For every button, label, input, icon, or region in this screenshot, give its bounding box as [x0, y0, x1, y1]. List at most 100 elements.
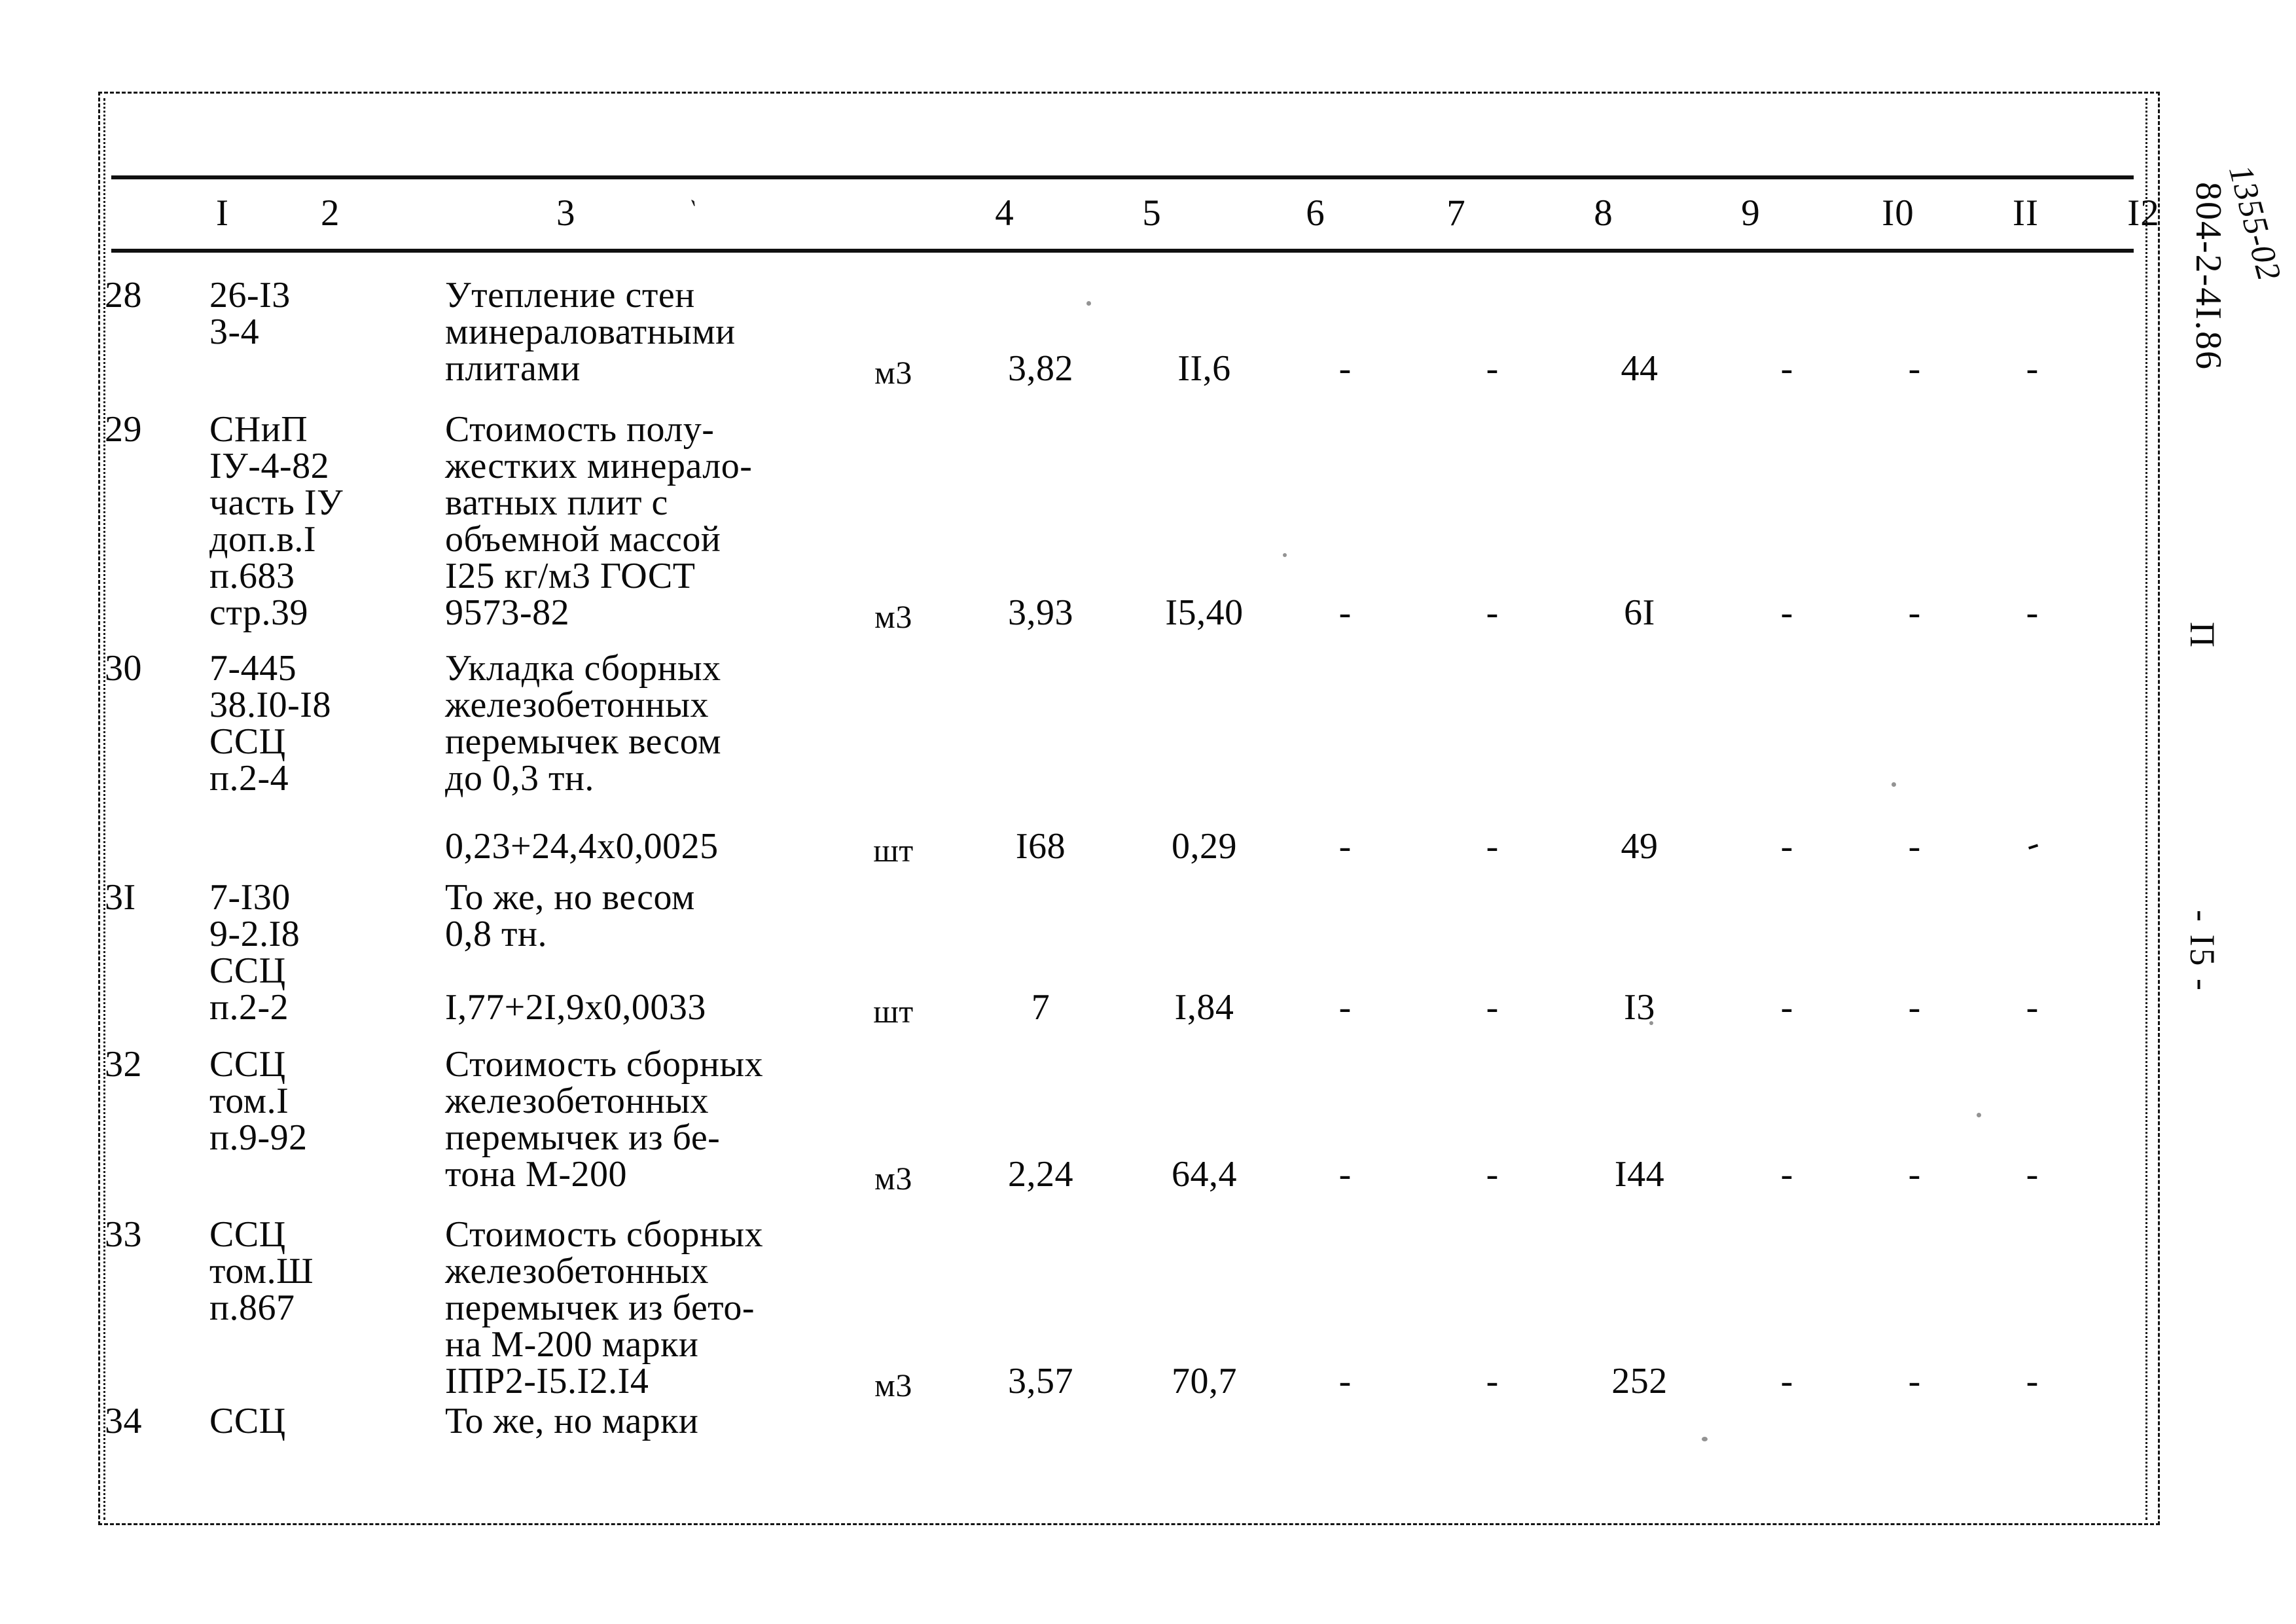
- row-value-10: -: [1780, 987, 1793, 1028]
- row-value-5: 3,82: [1008, 348, 1073, 389]
- row-description-line: То же, но весом: [445, 877, 695, 918]
- row-value-9: I44: [1614, 1154, 1665, 1195]
- row-value-9: 49: [1621, 826, 1659, 867]
- row-value-5: 3,93: [1008, 592, 1073, 633]
- row-code-line: 7-I30: [209, 877, 291, 918]
- column-header-6: 6: [1306, 192, 1325, 234]
- row-value-10: -: [1780, 1361, 1793, 1401]
- row-description-line: Стоимость сборных: [445, 1214, 764, 1255]
- row-description-line: Укладка сборных: [445, 648, 721, 689]
- row-code-line: ССЦ: [209, 1214, 286, 1255]
- row-description-line: Утепление стен: [445, 275, 695, 316]
- scan-speckle: [1892, 782, 1896, 787]
- row-code-line: п.2-2: [209, 987, 289, 1028]
- row-value-12: -: [2026, 1361, 2039, 1401]
- row-value-11: -: [1908, 987, 1921, 1028]
- row-value-5: 2,24: [1008, 1154, 1073, 1195]
- row-value-5: I68: [1015, 826, 1066, 867]
- row-code-line: IУ-4-82: [209, 446, 330, 486]
- row-code-line: п.2-4: [209, 758, 289, 799]
- scan-speckle: [1977, 1113, 1981, 1117]
- row-code-line: 7-445: [209, 648, 297, 689]
- row-unit: м3: [874, 598, 912, 635]
- row-value-8: -: [1486, 826, 1499, 867]
- row-value-6: I5,40: [1165, 592, 1244, 633]
- row-unit: м3: [874, 1160, 912, 1197]
- row-value-10: -: [1780, 826, 1793, 867]
- row-value-6: 70,7: [1172, 1361, 1237, 1401]
- row-code-line: ССЦ: [209, 950, 286, 991]
- row-value-6: 0,29: [1172, 826, 1237, 867]
- page-number: - I5 -: [2183, 910, 2222, 992]
- row-unit: м3: [874, 1367, 912, 1403]
- row-value-10: -: [1780, 592, 1793, 633]
- page-border-inner-right: [2145, 98, 2147, 1520]
- row-description-line: 9573-82: [445, 592, 570, 633]
- row-code-line: п.867: [209, 1288, 295, 1328]
- row-description-line: до 0,3 тн.: [445, 758, 594, 799]
- scan-speckle: [1702, 1437, 1708, 1441]
- row-unit: м3: [874, 354, 912, 391]
- section-mark: П: [2183, 622, 2222, 649]
- row-code-line: часть IУ: [209, 482, 344, 523]
- column-header-8: 8: [1594, 192, 1613, 234]
- row-number: 3I: [105, 877, 136, 918]
- row-value-7: -: [1338, 987, 1352, 1028]
- row-description-line: ватных плит с: [445, 482, 668, 523]
- row-code-line: ССЦ: [209, 721, 286, 762]
- row-description-line: железобетонных: [445, 1081, 709, 1121]
- row-value-8: -: [1486, 348, 1499, 389]
- column-header-2: 2: [321, 192, 340, 234]
- row-code-line: ССЦ: [209, 1044, 286, 1085]
- table-header-bottom-rule: [111, 249, 2134, 253]
- handwritten-document-code: 1355-02: [2221, 161, 2288, 285]
- row-code-line: СНиП: [209, 409, 308, 450]
- row-value-11: -: [1908, 592, 1921, 633]
- row-value-9: 6I: [1624, 592, 1655, 633]
- table-column-header-row: I 2 3 4 5 6 7 8 9 I0 II I2: [111, 182, 2159, 245]
- row-description-line: плитами: [445, 348, 581, 389]
- row-code-line: том.Ш: [209, 1251, 314, 1291]
- column-header-1: I: [216, 192, 229, 234]
- row-value-11: -: [1908, 1154, 1921, 1195]
- document-code: 804-2-4I.86: [2188, 182, 2229, 370]
- row-value-6: II,6: [1177, 348, 1231, 389]
- row-value-9: 44: [1621, 348, 1659, 389]
- row-description-line: на М-200 марки: [445, 1324, 699, 1365]
- row-value-11: -: [1908, 348, 1921, 389]
- column-header-4: 4: [995, 192, 1014, 234]
- row-description-line: объемной массой: [445, 519, 721, 560]
- row-description-line: I25 кг/м3 ГОСТ: [445, 556, 696, 596]
- row-value-10: -: [1780, 348, 1793, 389]
- row-description-line: тона М-200: [445, 1154, 627, 1195]
- row-code-line: 38.I0-I8: [209, 685, 331, 725]
- row-number: 30: [105, 648, 142, 689]
- row-description-line: железобетонных: [445, 1251, 709, 1291]
- row-code-line: доп.в.I: [209, 519, 317, 560]
- row-code-line: том.I: [209, 1081, 289, 1121]
- row-description-line: жестких минерало-: [445, 446, 753, 486]
- row-code-line: 3-4: [209, 312, 260, 352]
- row-value-10: -: [1780, 1154, 1793, 1195]
- row-number: 28: [105, 275, 142, 316]
- row-value-5: 3,57: [1008, 1361, 1073, 1401]
- row-code-line: п.683: [209, 556, 295, 596]
- row-value-12: -: [2026, 592, 2039, 633]
- row-value-8: -: [1486, 592, 1499, 633]
- row-value-8: -: [1486, 1154, 1499, 1195]
- row-value-7: -: [1338, 592, 1352, 633]
- row-description-line: То же, но марки: [445, 1401, 699, 1441]
- row-number: 34: [105, 1401, 142, 1441]
- row-description-line: железобетонных: [445, 685, 709, 725]
- row-value-7: -: [1338, 826, 1352, 867]
- scan-speckle: [1086, 301, 1091, 306]
- row-description-line: Стоимость сборных: [445, 1044, 764, 1085]
- scan-speckle: [1283, 553, 1287, 557]
- row-description-line: перемычек из бето-: [445, 1288, 755, 1328]
- row-description-line: Стоимость полу-: [445, 409, 715, 450]
- row-value-9: 252: [1611, 1361, 1668, 1401]
- row-description-line: минераловатными: [445, 312, 736, 352]
- column-header-10: I0: [1882, 192, 1914, 234]
- row-number: 29: [105, 409, 142, 450]
- column-header-5: 5: [1142, 192, 1162, 234]
